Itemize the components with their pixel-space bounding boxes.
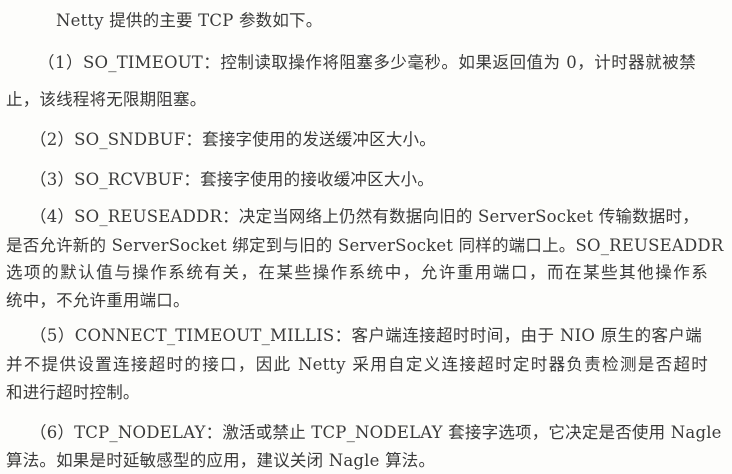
text-line: （4）SO_REUSEADDR：决定当网络上仍然有数据向旧的 ServerSoc… — [30, 207, 699, 226]
text-line: 并不提供设置连接超时的接口，因此 Netty 采用自定义连接超时定时器负责检测是… — [6, 355, 708, 374]
text-line: 是否允许新的 ServerSocket 绑定到与旧的 ServerSocket … — [6, 236, 724, 255]
intro-line: Netty 提供的主要 TCP 参数如下。 — [56, 11, 323, 30]
text-line: （2）SO_SNDBUF：套接字使用的发送缓冲区大小。 — [30, 130, 436, 149]
text-line: 统中，不允许重用端口。 — [6, 291, 190, 310]
text-line: （6）TCP_NODELAY：激活或禁止 TCP_NODELAY 套接字选项，它… — [30, 423, 722, 442]
text-line: （3）SO_RCVBUF：套接字使用的接收缓冲区大小。 — [30, 170, 434, 189]
text-line: 止，该线程将无限期阻塞。 — [6, 90, 207, 109]
text-line: （1）SO_TIMEOUT：控制读取操作将阻塞多少毫秒。如果返回值为 0，计时器… — [38, 53, 696, 72]
text-line: （5）CONNECT_TIMEOUT_MILLIS：客户端连接超时时间，由于 N… — [30, 326, 702, 345]
text-line: 和进行超时控制。 — [6, 383, 140, 402]
text-line: 算法。如果是时延敏感型的应用，建议关闭 Nagle 算法。 — [6, 451, 436, 470]
text-line: 选项的默认值与操作系统有关，在某些操作系统中，允许重用端口，而在某些其他操作系 — [6, 263, 708, 282]
